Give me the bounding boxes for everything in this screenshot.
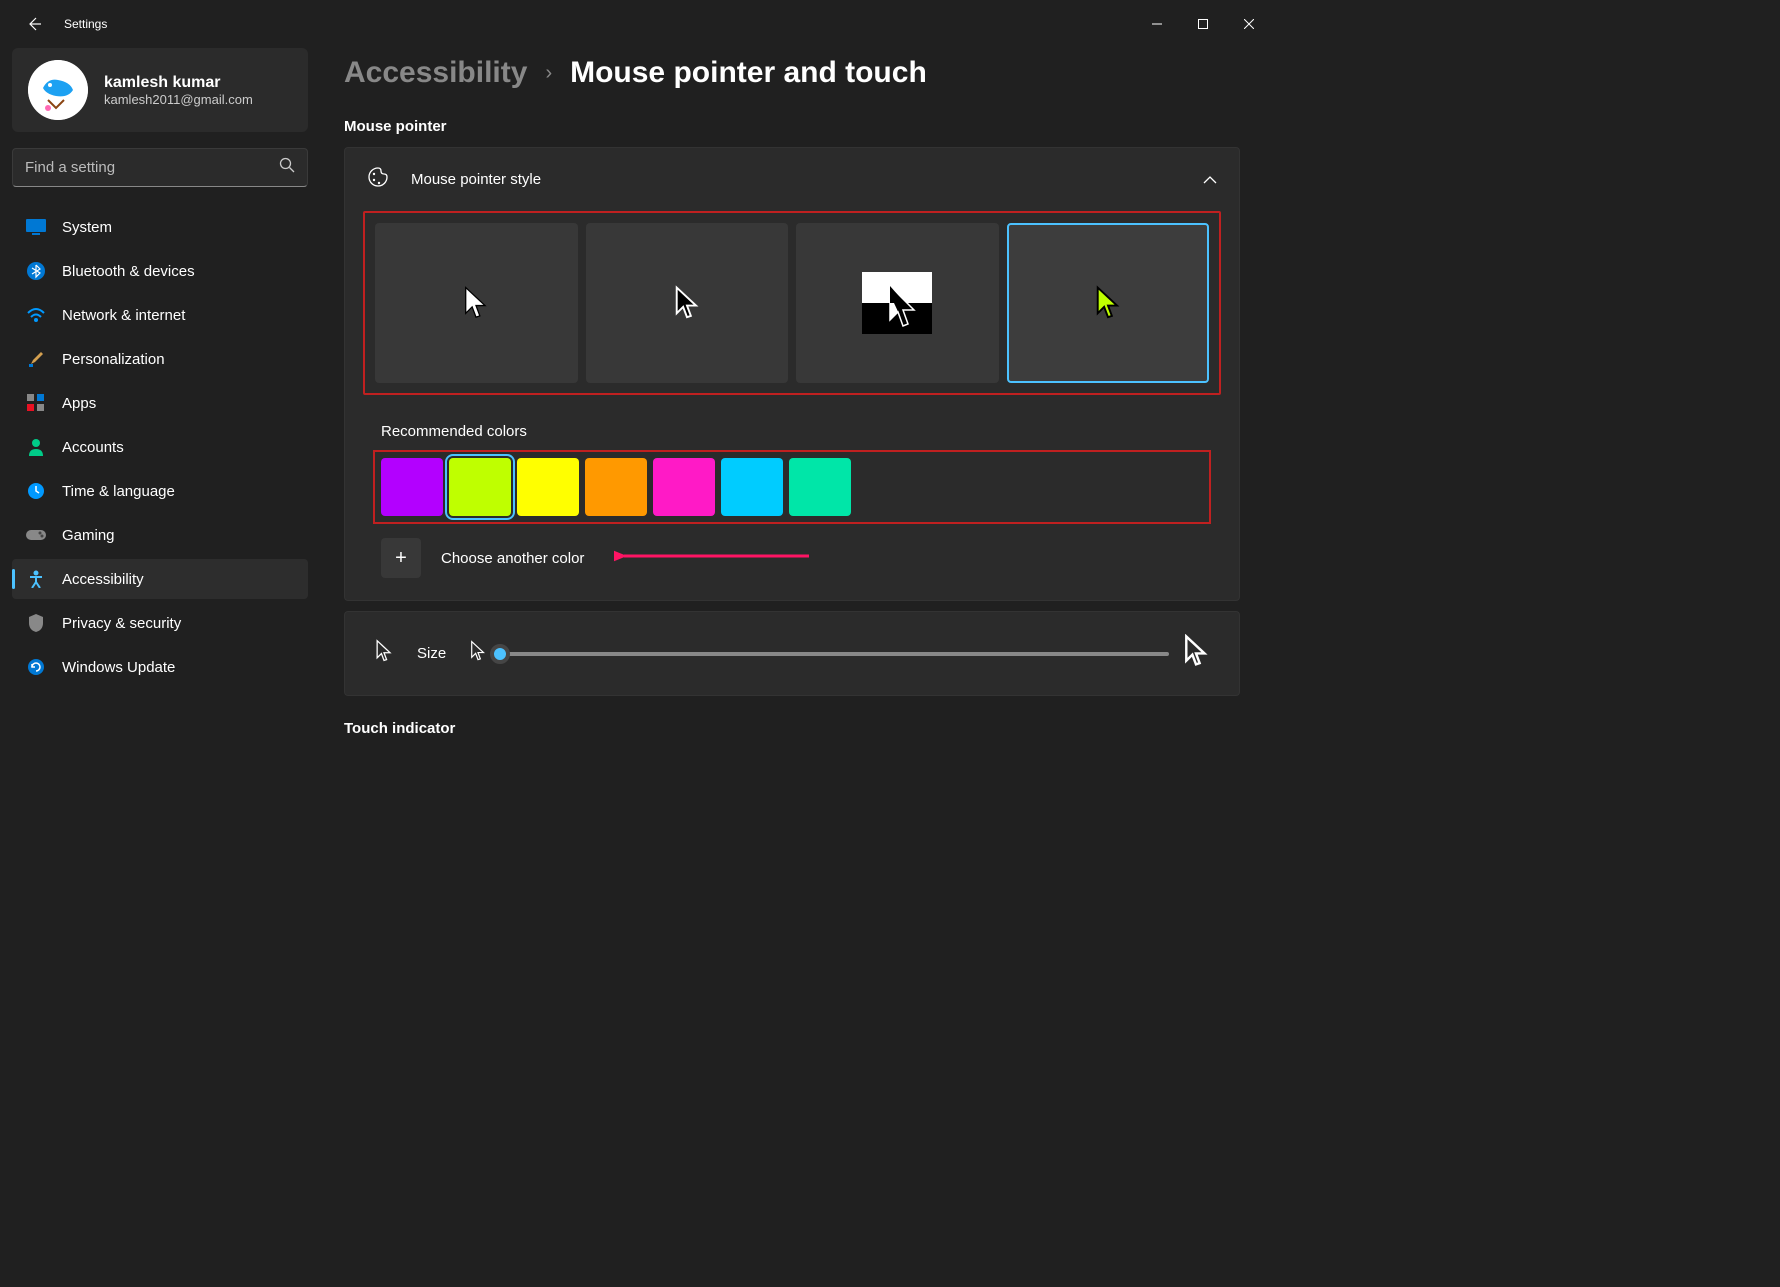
brush-icon (26, 349, 46, 369)
color-swatch[interactable] (653, 458, 715, 516)
color-swatch[interactable] (517, 458, 579, 516)
update-icon (26, 657, 46, 677)
sidebar-item-accounts[interactable]: Accounts (12, 427, 308, 467)
pointer-style-card: Mouse pointer style (344, 147, 1240, 601)
size-label: Size (417, 645, 446, 662)
sidebar-item-system[interactable]: System (12, 207, 308, 247)
user-email: kamlesh2011@gmail.com (104, 92, 253, 107)
wifi-icon (26, 305, 46, 325)
back-button[interactable] (24, 14, 44, 34)
sidebar-item-update[interactable]: Windows Update (12, 647, 308, 687)
breadcrumb: Accessibility › Mouse pointer and touch (344, 56, 1240, 90)
bluetooth-icon (26, 261, 46, 281)
search-icon (279, 157, 295, 178)
avatar (28, 60, 88, 120)
color-swatch[interactable] (789, 458, 851, 516)
plus-icon: + (395, 547, 407, 570)
main-content: Accessibility › Mouse pointer and touch … (320, 48, 1280, 927)
sidebar-item-time[interactable]: Time & language (12, 471, 308, 511)
pointer-style-custom[interactable] (1007, 223, 1210, 383)
system-icon (26, 217, 46, 237)
person-icon (26, 437, 46, 457)
user-name: kamlesh kumar (104, 74, 253, 92)
window-title: Settings (64, 17, 107, 31)
sidebar-item-personalization[interactable]: Personalization (12, 339, 308, 379)
pointer-style-options (363, 211, 1221, 395)
clock-icon (26, 481, 46, 501)
size-slider[interactable] (500, 652, 1169, 656)
color-swatch[interactable] (585, 458, 647, 516)
apps-icon (26, 393, 46, 413)
sidebar-item-network[interactable]: Network & internet (12, 295, 308, 335)
slider-thumb[interactable] (490, 644, 510, 664)
breadcrumb-parent[interactable]: Accessibility (344, 56, 527, 90)
color-swatches (373, 450, 1211, 524)
recommended-colors-label: Recommended colors (363, 423, 1221, 440)
close-button[interactable] (1226, 8, 1272, 40)
section-touch-indicator: Touch indicator (344, 720, 1240, 737)
size-card: Size (344, 611, 1240, 696)
pointer-style-header[interactable]: Mouse pointer style (345, 148, 1239, 211)
titlebar: Settings (0, 0, 1280, 48)
annotation-arrow (614, 546, 814, 571)
minimize-button[interactable] (1134, 8, 1180, 40)
chevron-right-icon: › (545, 62, 552, 85)
palette-icon (367, 166, 389, 193)
section-mouse-pointer: Mouse pointer (344, 118, 1240, 135)
pointer-style-white[interactable] (375, 223, 578, 383)
page-title: Mouse pointer and touch (570, 56, 927, 90)
maximize-button[interactable] (1180, 8, 1226, 40)
accessibility-icon (26, 569, 46, 589)
color-swatch[interactable] (449, 458, 511, 516)
cursor-min-icon (470, 640, 486, 667)
user-card[interactable]: kamlesh kumar kamlesh2011@gmail.com (12, 48, 308, 132)
color-swatch[interactable] (381, 458, 443, 516)
search-input[interactable] (25, 159, 279, 176)
sidebar-item-accessibility[interactable]: Accessibility (12, 559, 308, 599)
sidebar-item-privacy[interactable]: Privacy & security (12, 603, 308, 643)
sidebar: kamlesh kumar kamlesh2011@gmail.com Syst… (0, 48, 320, 927)
sidebar-item-gaming[interactable]: Gaming (12, 515, 308, 555)
search-box[interactable] (12, 148, 308, 187)
chevron-up-icon (1203, 171, 1217, 189)
pointer-style-black[interactable] (586, 223, 789, 383)
pointer-style-label: Mouse pointer style (411, 171, 541, 188)
gamepad-icon (26, 525, 46, 545)
shield-icon (26, 613, 46, 633)
cursor-small-icon (375, 639, 393, 668)
color-swatch[interactable] (721, 458, 783, 516)
cursor-max-icon (1183, 634, 1209, 673)
sidebar-item-apps[interactable]: Apps (12, 383, 308, 423)
choose-another-color-button[interactable]: + (381, 538, 421, 578)
pointer-style-inverted[interactable] (796, 223, 999, 383)
choose-another-color-label: Choose another color (441, 550, 584, 567)
sidebar-item-bluetooth[interactable]: Bluetooth & devices (12, 251, 308, 291)
